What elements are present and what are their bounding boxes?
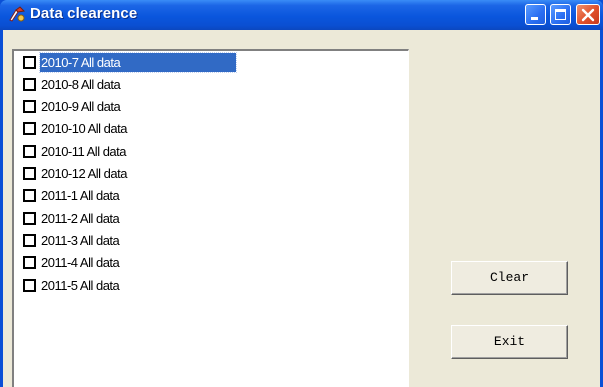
list-item-label: 2010-8 All data: [41, 77, 121, 92]
list-item-label: 2011-3 All data: [41, 233, 120, 248]
checkbox[interactable]: [23, 279, 36, 292]
checkbox[interactable]: [23, 167, 36, 180]
checkbox[interactable]: [23, 145, 36, 158]
clear-button[interactable]: Clear: [451, 261, 568, 295]
checkbox[interactable]: [23, 212, 36, 225]
close-icon: [581, 8, 595, 22]
list-item-label: 2010-11 All data: [41, 144, 127, 159]
checkbox[interactable]: [23, 122, 36, 135]
app-window: Data clearence 2010-7 All data 2010-8 Al…: [0, 0, 603, 387]
checkbox[interactable]: [23, 78, 36, 91]
list-item-label: 2011-5 All data: [41, 278, 120, 293]
list-item-label: 2010-7 All data: [39, 52, 237, 73]
checkbox[interactable]: [23, 256, 36, 269]
app-icon: [8, 6, 26, 24]
client-area: 2010-7 All data 2010-8 All data 2010-9 A…: [3, 30, 600, 387]
checkbox[interactable]: [23, 56, 36, 69]
maximize-button[interactable]: [550, 4, 571, 25]
maximize-icon: [555, 9, 566, 20]
checkbox[interactable]: [23, 234, 36, 247]
data-checklist[interactable]: 2010-7 All data 2010-8 All data 2010-9 A…: [12, 49, 409, 387]
window-title: Data clearence: [30, 5, 138, 22]
title-bar[interactable]: Data clearence: [0, 0, 603, 30]
checkbox[interactable]: [23, 100, 36, 113]
checkbox[interactable]: [23, 189, 36, 202]
list-item-label: 2010-10 All data: [41, 121, 127, 136]
list-item-label: 2011-4 All data: [41, 255, 120, 270]
list-item-label: 2010-12 All data: [41, 166, 127, 181]
exit-button[interactable]: Exit: [451, 325, 568, 359]
list-item-label: 2011-1 All data: [41, 188, 120, 203]
minimize-button[interactable]: [525, 4, 546, 25]
minimize-icon: [531, 17, 538, 20]
close-button[interactable]: [576, 4, 600, 25]
list-item-label: 2010-9 All data: [41, 99, 121, 114]
list-item-label: 2011-2 All data: [41, 211, 120, 226]
